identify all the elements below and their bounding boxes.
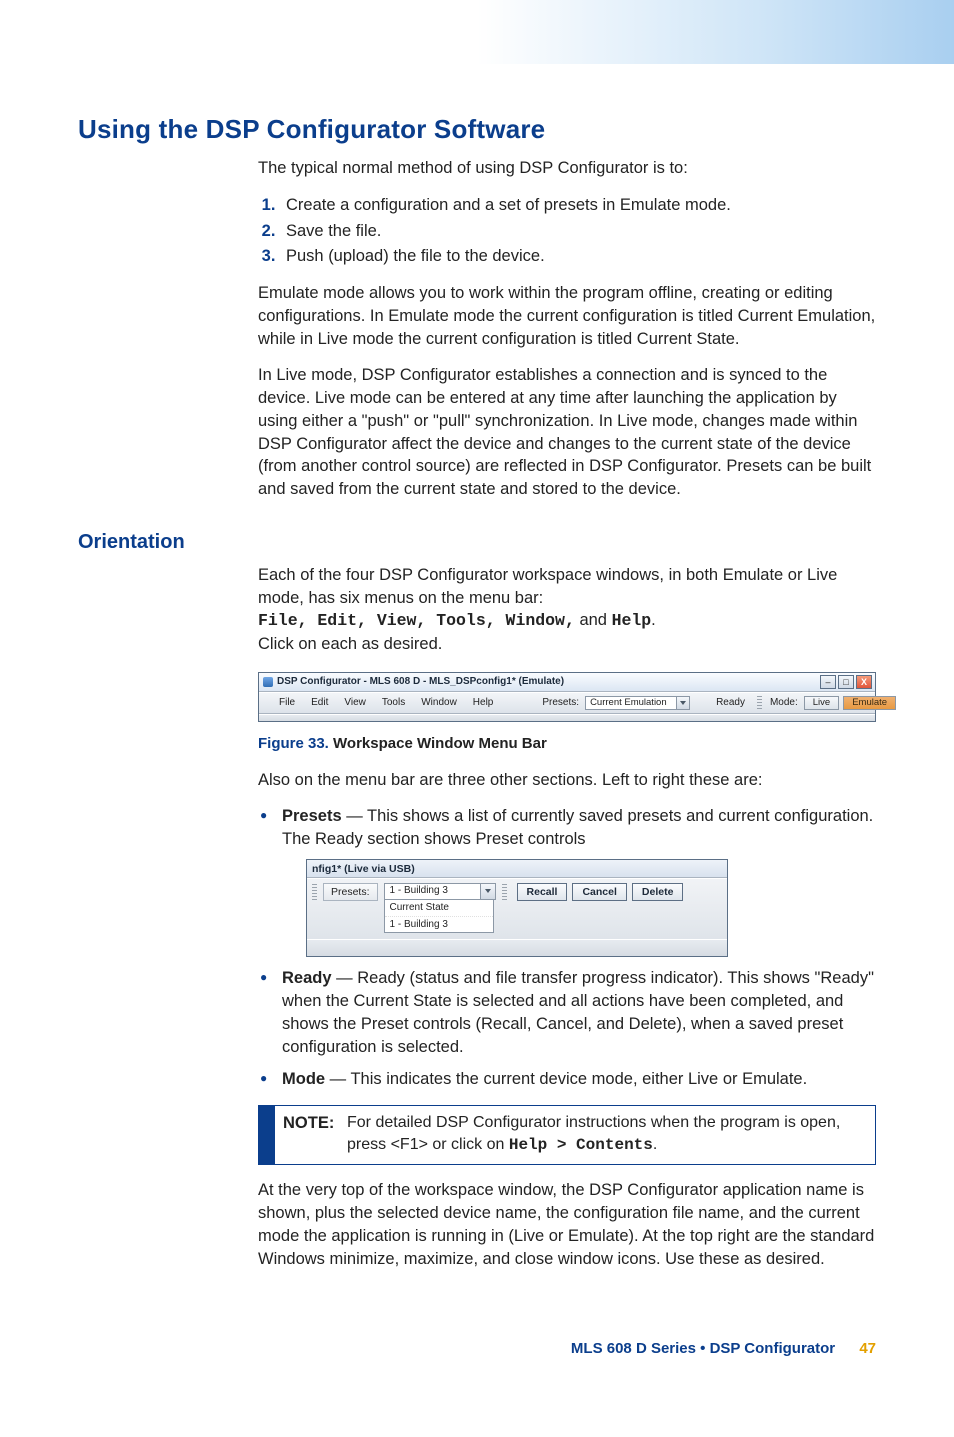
fig33-menubar: File Edit View Tools Window Help Presets…	[259, 692, 875, 714]
orientation-p1c: Click on each as desired.	[258, 635, 442, 653]
intro-paragraph: The typical normal method of using DSP C…	[258, 157, 876, 180]
ready-desc: — Ready (status and file transfer progre…	[282, 969, 874, 1055]
presets-detail-window: nfig1* (Live via USB) Presets: 1 - Build…	[306, 859, 728, 958]
term-presets: Presets	[282, 807, 342, 825]
header-gradient	[0, 0, 954, 64]
mode-live-button[interactable]: Live	[804, 696, 839, 710]
menus-help: Help	[612, 611, 652, 630]
step-3: Push (upload) the file to the device.	[280, 245, 876, 268]
fig33-titlebar: DSP Configurator - MLS 608 D - MLS_DSPco…	[259, 673, 875, 692]
note-t2: .	[653, 1136, 657, 1153]
presets-detail-value: 1 - Building 3	[385, 884, 480, 898]
paragraph-emulate: Emulate mode allows you to work within t…	[258, 282, 876, 350]
note-label: NOTE:	[283, 1112, 335, 1156]
step-1: Create a configuration and a set of pres…	[280, 194, 876, 217]
fig33-bottom	[259, 714, 875, 721]
bullet-ready: Ready — Ready (status and file transfer …	[258, 967, 876, 1058]
note-text: For detailed DSP Configurator instructio…	[347, 1112, 865, 1156]
orientation-p1: Each of the four DSP Configurator worksp…	[258, 564, 876, 656]
presets-segment: Presets: Current Emulation	[540, 696, 690, 710]
orientation-title: Orientation	[78, 531, 876, 554]
term-mode: Mode	[282, 1070, 325, 1088]
cancel-button[interactable]: Cancel	[572, 883, 626, 901]
fig33-number: Figure 33.	[258, 735, 329, 752]
fig33-caption: Figure 33. Workspace Window Menu Bar	[258, 734, 876, 755]
app-icon	[263, 677, 273, 687]
steps-list: Create a configuration and a set of pres…	[258, 194, 876, 268]
section-bullets: Presets — This shows a list of currently…	[258, 805, 876, 1091]
fig33-window: DSP Configurator - MLS 608 D - MLS_DSPco…	[258, 672, 876, 722]
presets-detail-title: nfig1* (Live via USB)	[307, 860, 727, 878]
note-box: NOTE: For detailed DSP Configurator inst…	[258, 1105, 876, 1165]
maximize-button[interactable]: □	[838, 675, 854, 689]
section-title: Using the DSP Configurator Software	[78, 114, 876, 145]
menu-edit[interactable]: Edit	[308, 695, 331, 711]
mode-desc: — This indicates the current device mode…	[325, 1070, 807, 1088]
menu-view[interactable]: View	[341, 695, 369, 711]
fig33-title-text: DSP Configurator - MLS 608 D - MLS_DSPco…	[277, 675, 564, 689]
term-ready: Ready	[282, 969, 332, 987]
paragraph-live: In Live mode, DSP Configurator establish…	[258, 364, 876, 501]
menus-and: and	[575, 611, 612, 629]
orientation-p2: Also on the menu bar are three other sec…	[258, 769, 876, 792]
menus-period: .	[651, 611, 656, 629]
presets-detail-label: Presets:	[323, 883, 378, 901]
mode-emulate-button[interactable]: Emulate	[843, 696, 896, 710]
menu-window[interactable]: Window	[418, 695, 460, 711]
bullet-presets: Presets — This shows a list of currently…	[258, 805, 876, 957]
fig33-title: Workspace Window Menu Bar	[333, 735, 547, 752]
delete-button[interactable]: Delete	[632, 883, 684, 901]
presets-desc: — This shows a list of currently saved p…	[282, 807, 873, 848]
page-footer: MLS 608 D Series • DSP Configurator 47	[78, 1340, 876, 1357]
footer-doc: MLS 608 D Series • DSP Configurator	[571, 1340, 835, 1357]
menus-mono: File, Edit, View, Tools, Window,	[258, 611, 575, 630]
preset-option-b3[interactable]: 1 - Building 3	[385, 917, 493, 933]
footer-page: 47	[859, 1340, 876, 1357]
presets-combo[interactable]: Current Emulation	[585, 696, 690, 710]
orientation-p3: At the very top of the workspace window,…	[258, 1179, 876, 1270]
orientation-p1-text: Each of the four DSP Configurator worksp…	[258, 566, 837, 607]
close-button[interactable]: X	[856, 675, 872, 689]
presets-label: Presets:	[540, 696, 581, 710]
step-2: Save the file.	[280, 220, 876, 243]
minimize-button[interactable]: –	[820, 675, 836, 689]
grip-icon	[502, 884, 507, 900]
recall-button[interactable]: Recall	[517, 883, 568, 901]
menu-file[interactable]: File	[276, 695, 298, 711]
chevron-down-icon[interactable]	[676, 697, 689, 709]
mode-segment: Mode: Live Emulate	[755, 696, 898, 710]
grip-icon	[757, 696, 762, 710]
menu-help[interactable]: Help	[470, 695, 497, 711]
ready-label: Ready	[712, 696, 749, 710]
menu-list: File Edit View Tools Window Help	[272, 695, 500, 711]
presets-value: Current Emulation	[586, 696, 676, 709]
chevron-down-icon[interactable]	[480, 884, 495, 899]
mode-label: Mode:	[768, 696, 800, 710]
grip-icon	[312, 884, 317, 900]
presets-detail-combo[interactable]: 1 - Building 3	[384, 883, 496, 900]
preset-option-current[interactable]: Current State	[385, 900, 493, 917]
menu-tools[interactable]: Tools	[379, 695, 408, 711]
presets-dropdown: Current State 1 - Building 3	[384, 900, 494, 934]
bullet-mode: Mode — This indicates the current device…	[258, 1068, 876, 1091]
note-mono: Help > Contents	[509, 1136, 653, 1154]
presets-bottom	[307, 939, 727, 956]
